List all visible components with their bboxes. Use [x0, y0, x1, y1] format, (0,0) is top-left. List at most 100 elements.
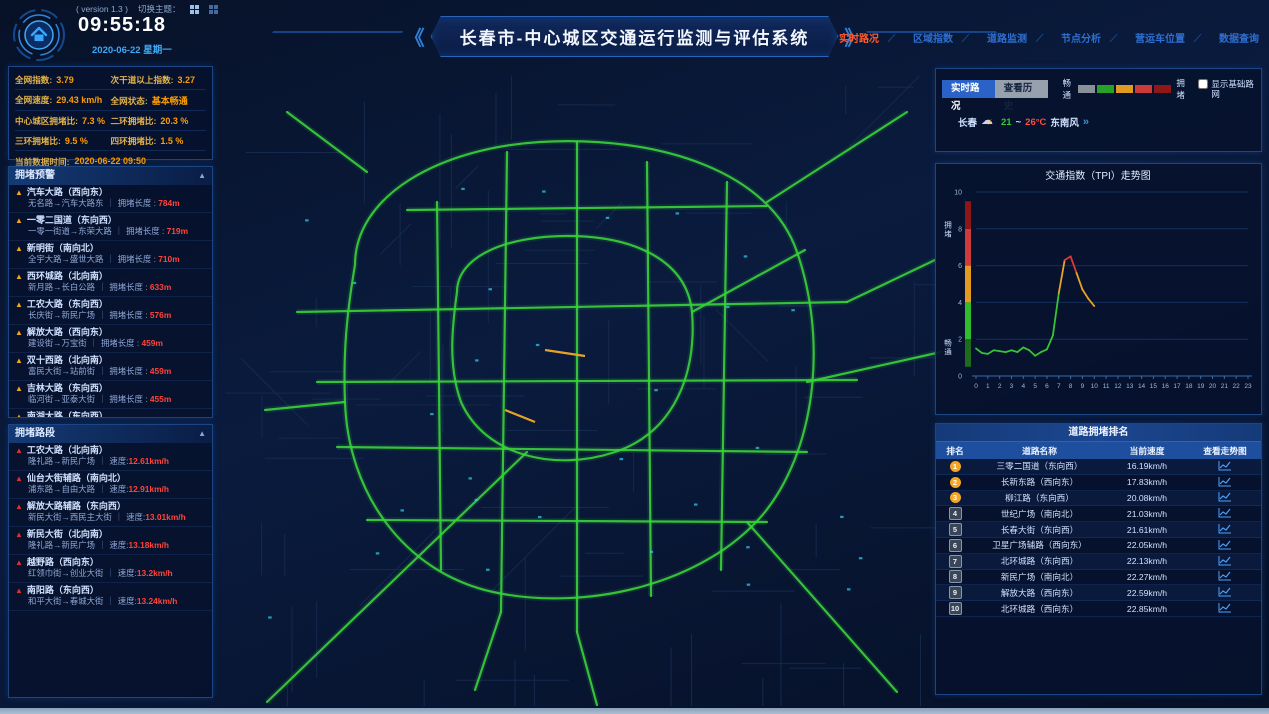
trend-chart-icon[interactable]	[1218, 507, 1232, 520]
trend-chart-icon[interactable]	[1218, 491, 1232, 504]
trend-cell	[1189, 491, 1261, 504]
value-text: 576m	[150, 310, 171, 320]
road-name-cell: 北环城路（西向东）	[974, 603, 1105, 615]
value-label: 拥堵长度 :	[109, 366, 149, 376]
roadnet-control-panel: 实时路况 查看历史 畅通 拥堵 显示基础路网 长春 ☁⚡ 21 ~ 26°C 东…	[935, 68, 1262, 152]
list-item[interactable]: ▲新民大街（北向南）隆礼路→新民广场｜速度:13.18km/h	[9, 527, 212, 555]
separator: ｜	[98, 484, 106, 494]
bottom-scrollbar[interactable]	[0, 708, 1269, 714]
list-item[interactable]: ▲解放大路辅路（东向西）新民大街→西民主大街｜速度:13.01km/h	[9, 499, 212, 527]
list-item[interactable]: ▲新明街（南向北）全宇大路→盛世大路｜拥堵长度 : 710m	[9, 241, 212, 269]
list-item-road: ▲西环城路（北向南）	[15, 271, 206, 282]
rank-cell: 4	[936, 507, 974, 520]
table-row: 1三零二国道（东向西）16.19km/h	[936, 459, 1261, 475]
basemap-checkbox[interactable]	[1198, 79, 1208, 89]
trend-chart-icon[interactable]	[1218, 460, 1232, 473]
road-name-cell: 三零二国道（东向西）	[974, 460, 1105, 472]
rank-cell: 8	[936, 570, 974, 583]
list-item[interactable]: ▲南湖大路（东向西）南湖新村中街→南湖广场｜拥堵长度 : 453m	[9, 409, 212, 417]
nav-item-4[interactable]: 营运车位置	[1135, 30, 1185, 45]
list-item-road: ▲工农大路（东向西）	[15, 299, 206, 310]
basemap-streets	[225, 76, 945, 706]
list-item-road: ▲南阳路（东向西）	[15, 585, 206, 596]
trend-cell	[1189, 555, 1261, 568]
list-item[interactable]: ▲南阳路（东向西）和平大街→春城大街｜速度:13.24km/h	[9, 583, 212, 611]
svg-text:20: 20	[1209, 383, 1217, 390]
speed-cell: 22.05km/h	[1105, 540, 1189, 550]
list-item[interactable]: ▲工农大路（东向西）长庆街→新民广场｜拥堵长度 : 576m	[9, 297, 212, 325]
stat-label: 全网状态:	[111, 95, 148, 107]
speed-cell: 22.27km/h	[1105, 572, 1189, 582]
warning-triangle-icon: ▲	[15, 187, 23, 198]
list-item-road: ▲双十西路（北向南）	[15, 355, 206, 366]
list-item-road: ▲解放大路（西向东）	[15, 327, 206, 338]
separator: ｜	[106, 198, 114, 208]
trend-chart-icon[interactable]	[1218, 539, 1232, 552]
trend-chart-icon[interactable]	[1218, 476, 1232, 489]
basemap-checkbox-label: 显示基础路网	[1211, 79, 1255, 99]
tab-view-history[interactable]: 查看历史	[995, 80, 1048, 98]
list-item-road: ▲吉林大路（东向西）	[15, 383, 206, 394]
nav-item-2[interactable]: 道路监测	[987, 30, 1027, 45]
trend-chart-icon[interactable]	[1218, 586, 1232, 599]
weather-more-link[interactable]: »	[1083, 116, 1089, 128]
home-button[interactable]	[12, 6, 66, 64]
list-item-road: ▲新民大街（北向南）	[15, 529, 206, 540]
list-item[interactable]: ▲工农大路（北向南）隆礼路→新民广场｜速度:12.61km/h	[9, 443, 212, 471]
theme-grid-icon-light[interactable]	[190, 5, 199, 14]
road-name-cell: 新民广场（南向北）	[974, 571, 1105, 583]
value-label: 速度:	[109, 456, 128, 466]
trend-cell	[1189, 507, 1261, 520]
tab-realtime-traffic[interactable]: 实时路况	[942, 80, 995, 98]
list-item[interactable]: ▲吉林大路（东向西）临河街→亚泰大街｜拥堵长度 : 455m	[9, 381, 212, 409]
svg-text:9: 9	[1081, 383, 1085, 390]
theme-grid-icon-dark[interactable]	[209, 5, 218, 14]
svg-text:拥: 拥	[944, 220, 952, 230]
warning-triangle-icon: ▲	[15, 215, 23, 226]
nav-separator	[1109, 34, 1126, 42]
list-item[interactable]: ▲双十西路（北向南）富民大街→站前街｜拥堵长度 : 459m	[9, 353, 212, 381]
rank-badge: 4	[949, 507, 962, 520]
svg-text:2: 2	[998, 383, 1002, 390]
list-item-detail: 富民大街→站前街｜拥堵长度 : 459m	[15, 366, 206, 377]
city-road-map[interactable]	[205, 50, 945, 706]
congestion-warning-header: 拥堵预警 ▲	[9, 167, 212, 185]
value-label: 速度:	[118, 596, 137, 606]
stat-label: 次干道以上指数:	[111, 74, 174, 86]
segment-text: 红领巾街→创业大街	[28, 568, 103, 578]
stat-label: 全网指数:	[15, 74, 52, 86]
value-text: 12.91km/h	[128, 484, 169, 494]
collapse-icon[interactable]: ▲	[198, 425, 206, 443]
nav-item-5[interactable]: 数据查询	[1219, 30, 1259, 45]
legend-swatch-2	[1116, 85, 1133, 93]
rank-badge: 1	[950, 461, 961, 472]
road-name: 工农大路（北向南）	[27, 445, 108, 456]
list-item[interactable]: ▲西环城路（北向南）新月路→长白公路｜拥堵长度 : 633m	[9, 269, 212, 297]
list-item[interactable]: ▲解放大路（西向东）建设街→万宝街｜拥堵长度 : 459m	[9, 325, 212, 353]
nav-item-1[interactable]: 区域指数	[913, 30, 953, 45]
trend-chart-icon[interactable]	[1218, 523, 1232, 536]
temp-separator: ~	[1016, 117, 1022, 128]
road-name: 西环城路（北向南）	[27, 271, 108, 282]
list-item-detail: 浦东路→自由大路｜速度:12.91km/h	[15, 484, 206, 495]
list-item[interactable]: ▲越野路（西向东）红领巾街→创业大街｜速度:13.2km/h	[9, 555, 212, 583]
road-name: 越野路（西向东）	[27, 557, 99, 568]
svg-text:畅: 畅	[944, 337, 952, 347]
trend-chart-icon[interactable]	[1218, 555, 1232, 568]
value-text: 13.18km/h	[128, 540, 169, 550]
ranking-body: 1三零二国道（东向西）16.19km/h2长新东路（西向东）17.83km/h3…	[936, 459, 1261, 617]
list-item[interactable]: ▲仙台大街辅路（南向北）浦东路→自由大路｜速度:12.91km/h	[9, 471, 212, 499]
separator: ｜	[98, 282, 106, 292]
collapse-icon[interactable]: ▲	[198, 167, 206, 185]
nav-item-3[interactable]: 节点分析	[1061, 30, 1101, 45]
list-item[interactable]: ▲一零二国道（东向西）一零一街道→东荣大路｜拥堵长度 : 719m	[9, 213, 212, 241]
trend-chart-icon[interactable]	[1218, 602, 1232, 615]
road-name-cell: 长新东路（西向东）	[974, 476, 1105, 488]
congested-sections-title: 拥堵路段	[15, 425, 55, 443]
svg-text:堵: 堵	[944, 229, 952, 239]
list-item[interactable]: ▲汽车大路（西向东）无名路→汽车大路东｜拥堵长度 : 784m	[9, 185, 212, 213]
trend-chart-icon[interactable]	[1218, 570, 1232, 583]
traffic-legend: 畅通 拥堵	[1060, 77, 1191, 101]
nav-item-0[interactable]: 实时路况	[839, 30, 879, 45]
svg-text:6: 6	[958, 263, 962, 270]
